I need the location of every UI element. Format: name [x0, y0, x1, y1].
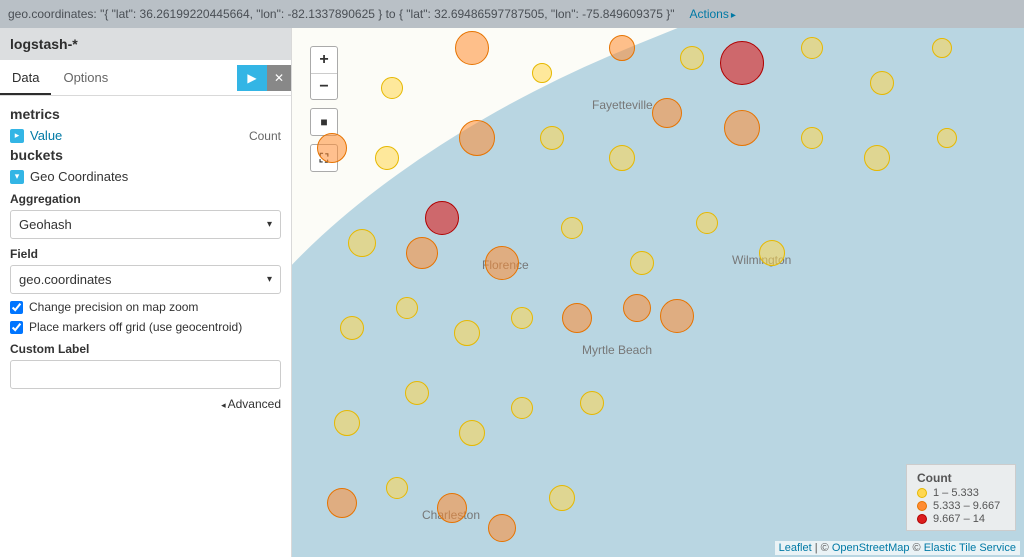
index-pattern-label: logstash-*: [10, 36, 78, 52]
aggregation-label: Aggregation: [10, 192, 281, 206]
data-bubble[interactable]: [549, 485, 575, 511]
data-bubble[interactable]: [532, 63, 552, 83]
data-bubble[interactable]: [759, 240, 785, 266]
zoom-in-button[interactable]: +: [311, 47, 337, 73]
legend: Count 1 – 5.333 5.333 – 9.667 9.667 – 14: [906, 464, 1016, 531]
data-bubble[interactable]: [660, 299, 694, 333]
data-bubble[interactable]: [317, 133, 347, 163]
data-bubble[interactable]: [488, 514, 516, 542]
field-value: geo.coordinates: [19, 272, 112, 287]
data-bubble[interactable]: [724, 110, 760, 146]
data-bubble[interactable]: [680, 46, 704, 70]
data-bubble[interactable]: [454, 320, 480, 346]
legend-title: Count: [917, 471, 1005, 485]
data-bubble[interactable]: [455, 31, 489, 65]
data-bubble[interactable]: [630, 251, 654, 275]
aggregation-select[interactable]: Geohash: [10, 210, 281, 239]
apply-button[interactable]: ▶: [237, 65, 267, 91]
data-bubble[interactable]: [381, 77, 403, 99]
metric-name: Value: [30, 128, 249, 143]
data-bubble[interactable]: [562, 303, 592, 333]
ets-link[interactable]: Elastic Tile Service: [924, 542, 1016, 554]
metric-row[interactable]: ▸ Value Count: [10, 128, 281, 143]
data-bubble[interactable]: [396, 297, 418, 319]
data-bubble[interactable]: [327, 488, 357, 518]
data-bubble[interactable]: [437, 493, 467, 523]
data-bubble[interactable]: [406, 237, 438, 269]
data-bubble[interactable]: [375, 146, 399, 170]
fit-bounds-button[interactable]: ■: [311, 109, 337, 135]
legend-row: 5.333 – 9.667: [917, 500, 1005, 512]
data-bubble[interactable]: [561, 217, 583, 239]
data-bubble[interactable]: [652, 98, 682, 128]
data-bubble[interactable]: [386, 477, 408, 499]
precision-label: Change precision on map zoom: [29, 300, 198, 314]
data-bubble[interactable]: [340, 316, 364, 340]
zoom-out-button[interactable]: −: [311, 73, 337, 99]
caret-icon: ▸: [10, 129, 24, 143]
data-bubble[interactable]: [580, 391, 604, 415]
offgrid-checkbox-row[interactable]: Place markers off grid (use geocentroid): [10, 320, 281, 334]
discard-button[interactable]: ✕: [267, 65, 291, 91]
precision-checkbox[interactable]: [10, 301, 23, 314]
data-bubble[interactable]: [405, 381, 429, 405]
bucket-row[interactable]: ▾ Geo Coordinates: [10, 169, 281, 184]
legend-row: 9.667 – 14: [917, 513, 1005, 525]
data-bubble[interactable]: [348, 229, 376, 257]
actions-link[interactable]: Actions: [689, 7, 735, 21]
data-bubble[interactable]: [801, 127, 823, 149]
custom-label-label: Custom Label: [10, 342, 281, 356]
data-bubble[interactable]: [485, 246, 519, 280]
data-bubble[interactable]: [937, 128, 957, 148]
advanced-toggle[interactable]: Advanced: [10, 397, 281, 411]
top-filter-bar: geo.coordinates: "{ "lat": 36.2619922044…: [0, 0, 1024, 28]
offgrid-label: Place markers off grid (use geocentroid): [29, 320, 242, 334]
offgrid-checkbox[interactable]: [10, 321, 23, 334]
caret-down-icon: ▾: [10, 170, 24, 184]
config-sidebar: logstash-* Data Options ▶ ✕ metrics ▸ Va…: [0, 28, 292, 557]
data-bubble[interactable]: [540, 126, 564, 150]
field-select[interactable]: geo.coordinates: [10, 265, 281, 294]
data-bubble[interactable]: [932, 38, 952, 58]
data-bubble[interactable]: [334, 410, 360, 436]
precision-checkbox-row[interactable]: Change precision on map zoom: [10, 300, 281, 314]
map-attribution: Leaflet | © OpenStreetMap © Elastic Tile…: [775, 541, 1020, 555]
tabs-row: Data Options ▶ ✕: [0, 60, 291, 96]
tab-options[interactable]: Options: [51, 60, 120, 95]
data-bubble[interactable]: [609, 145, 635, 171]
leaflet-link[interactable]: Leaflet: [779, 542, 812, 554]
data-bubble[interactable]: [801, 37, 823, 59]
metrics-title: metrics: [10, 106, 281, 122]
query-text: geo.coordinates: "{ "lat": 36.2619922044…: [8, 7, 674, 21]
data-bubble[interactable]: [425, 201, 459, 235]
data-bubble[interactable]: [511, 307, 533, 329]
data-bubble[interactable]: [623, 294, 651, 322]
field-label: Field: [10, 247, 281, 261]
data-bubble[interactable]: [696, 212, 718, 234]
data-bubble[interactable]: [864, 145, 890, 171]
data-bubble[interactable]: [459, 420, 485, 446]
buckets-title: buckets: [10, 147, 281, 163]
data-bubble[interactable]: [870, 71, 894, 95]
osm-link[interactable]: OpenStreetMap: [832, 542, 910, 554]
data-bubble[interactable]: [511, 397, 533, 419]
tab-data[interactable]: Data: [0, 60, 51, 95]
data-bubble[interactable]: [459, 120, 495, 156]
map[interactable]: Fayetteville Florence Wilmington Myrtle …: [292, 28, 1024, 557]
custom-label-input[interactable]: [10, 360, 281, 389]
metric-type: Count: [249, 129, 281, 143]
data-bubble[interactable]: [720, 41, 764, 85]
data-bubble[interactable]: [609, 35, 635, 61]
aggregation-value: Geohash: [19, 217, 72, 232]
index-pattern-header[interactable]: logstash-*: [0, 28, 291, 60]
legend-row: 1 – 5.333: [917, 487, 1005, 499]
bucket-name: Geo Coordinates: [30, 169, 281, 184]
